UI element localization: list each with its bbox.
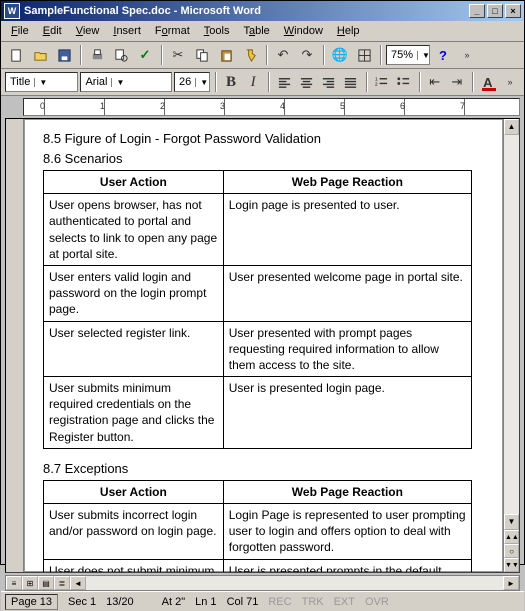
window-title: SampleFunctional Spec.doc - Microsoft Wo…	[24, 5, 469, 17]
table-row: User submits incorrect login and/or pass…	[44, 504, 472, 560]
heading-86: 8.6 Scenarios	[43, 151, 472, 166]
formatting-toolbar: Title▼ Arial▼ 26▼ B I 12 ⇤ ⇥ A »	[1, 69, 524, 96]
view-web-icon[interactable]: ⊞	[22, 576, 38, 590]
scroll-right-icon[interactable]: ►	[503, 576, 519, 590]
scroll-down-icon[interactable]: ▼	[504, 514, 519, 530]
format-painter-icon[interactable]	[239, 44, 261, 66]
status-rec: REC	[268, 596, 291, 608]
hscroll-track[interactable]	[86, 576, 503, 590]
view-outline-icon[interactable]: ≣	[54, 576, 70, 590]
horizontal-scrollbar[interactable]: ≡ ⊞ ▤ ≣ ◄ ►	[5, 575, 520, 591]
align-justify-icon[interactable]	[340, 71, 360, 93]
exceptions-table: User ActionWeb Page Reaction User submit…	[43, 480, 472, 573]
status-ext: EXT	[334, 596, 355, 608]
minimize-button[interactable]: _	[469, 4, 485, 18]
numbered-list-icon[interactable]: 12	[371, 71, 391, 93]
print-preview-icon[interactable]	[110, 44, 132, 66]
bulleted-list-icon[interactable]	[394, 71, 414, 93]
table-row: User enters valid login and password on …	[44, 265, 472, 321]
align-center-icon[interactable]	[296, 71, 316, 93]
close-button[interactable]: ×	[505, 4, 521, 18]
help-icon[interactable]: ?	[432, 44, 454, 66]
document-page[interactable]: 8.5 Figure of Login - Forgot Password Va…	[24, 119, 503, 572]
font-size-combo[interactable]: 26▼	[174, 72, 210, 92]
save-icon[interactable]	[53, 44, 75, 66]
scroll-track[interactable]	[504, 135, 519, 514]
scroll-up-icon[interactable]: ▲	[504, 119, 519, 135]
increase-indent-icon[interactable]: ⇥	[447, 71, 467, 93]
table-row: User does not submit minimum required cr…	[44, 559, 472, 573]
status-page: Page 13	[5, 594, 58, 610]
copy-icon[interactable]	[191, 44, 213, 66]
paste-icon[interactable]	[215, 44, 237, 66]
horizontal-ruler[interactable]: for(let i=0;i<8;i++){document.write('<di…	[23, 98, 520, 116]
menu-edit[interactable]: Edit	[37, 23, 68, 39]
svg-text:2: 2	[375, 81, 378, 86]
vertical-scrollbar[interactable]: ▲ ▼ ▲▲ ○ ▼▼	[503, 119, 519, 572]
menu-table[interactable]: Table	[237, 23, 275, 39]
tables-borders-icon[interactable]	[353, 44, 375, 66]
spelling-icon[interactable]: ✓	[134, 44, 156, 66]
menu-file[interactable]: File	[5, 23, 35, 39]
undo-icon[interactable]: ↶	[272, 44, 294, 66]
heading-85: 8.5 Figure of Login - Forgot Password Va…	[43, 131, 472, 146]
font-combo[interactable]: Arial▼	[80, 72, 172, 92]
table-row: User selected register link.User present…	[44, 321, 472, 377]
decrease-indent-icon[interactable]: ⇤	[425, 71, 445, 93]
align-left-icon[interactable]	[274, 71, 294, 93]
status-section: Sec 1	[68, 596, 96, 608]
status-line: Ln 1	[195, 596, 216, 608]
bold-button[interactable]: B	[221, 71, 241, 93]
status-trk: TRK	[302, 596, 324, 608]
redo-icon[interactable]: ↷	[296, 44, 318, 66]
table-row: User opens browser, has not authenticate…	[44, 194, 472, 266]
status-col: Col 71	[227, 596, 259, 608]
font-color-icon[interactable]: A	[478, 71, 498, 93]
heading-87: 8.7 Exceptions	[43, 461, 472, 476]
status-pages: 13/20	[106, 596, 134, 608]
browse-object-icon[interactable]: ○	[504, 544, 519, 558]
italic-button[interactable]: I	[243, 71, 263, 93]
scenarios-table: User ActionWeb Page Reaction User opens …	[43, 170, 472, 449]
standard-toolbar: ✓ ✂ ↶ ↷ 🌐 75%▼ ? »	[1, 42, 524, 69]
view-normal-icon[interactable]: ≡	[6, 576, 22, 590]
next-page-icon[interactable]: ▼▼	[504, 558, 519, 572]
toolbar-more-icon-2[interactable]: »	[500, 71, 520, 93]
zoom-combo[interactable]: 75%▼	[386, 45, 430, 65]
table-header: Web Page Reaction	[223, 480, 471, 503]
table-header: User Action	[44, 480, 224, 503]
style-combo[interactable]: Title▼	[5, 72, 78, 92]
view-print-icon[interactable]: ▤	[38, 576, 54, 590]
menu-tools[interactable]: Tools	[198, 23, 236, 39]
menu-format[interactable]: Format	[149, 23, 196, 39]
menu-window[interactable]: Window	[278, 23, 329, 39]
toolbar-more-icon[interactable]: »	[456, 44, 478, 66]
status-bar: Page 13 Sec 1 13/20 At 2" Ln 1 Col 71 RE…	[1, 591, 524, 611]
document-gutter	[6, 119, 24, 572]
menu-insert[interactable]: Insert	[107, 23, 147, 39]
table-header: User Action	[44, 171, 224, 194]
status-ovr: OVR	[365, 596, 389, 608]
menu-bar: File Edit View Insert Format Tools Table…	[1, 21, 524, 42]
document-area: 8.5 Figure of Login - Forgot Password Va…	[5, 118, 520, 573]
maximize-button[interactable]: □	[487, 4, 503, 18]
scroll-left-icon[interactable]: ◄	[70, 576, 86, 590]
table-row: User submits minimum required credential…	[44, 377, 472, 449]
app-icon: W	[4, 3, 20, 19]
print-icon[interactable]	[86, 44, 108, 66]
title-bar: W SampleFunctional Spec.doc - Microsoft …	[1, 1, 524, 21]
status-at: At 2"	[162, 596, 185, 608]
prev-page-icon[interactable]: ▲▲	[504, 530, 519, 544]
new-icon[interactable]	[5, 44, 27, 66]
open-icon[interactable]	[29, 44, 51, 66]
table-header: Web Page Reaction	[223, 171, 471, 194]
cut-icon[interactable]: ✂	[167, 44, 189, 66]
menu-view[interactable]: View	[70, 23, 106, 39]
menu-help[interactable]: Help	[331, 23, 366, 39]
hyperlink-icon[interactable]: 🌐	[329, 44, 351, 66]
align-right-icon[interactable]	[318, 71, 338, 93]
